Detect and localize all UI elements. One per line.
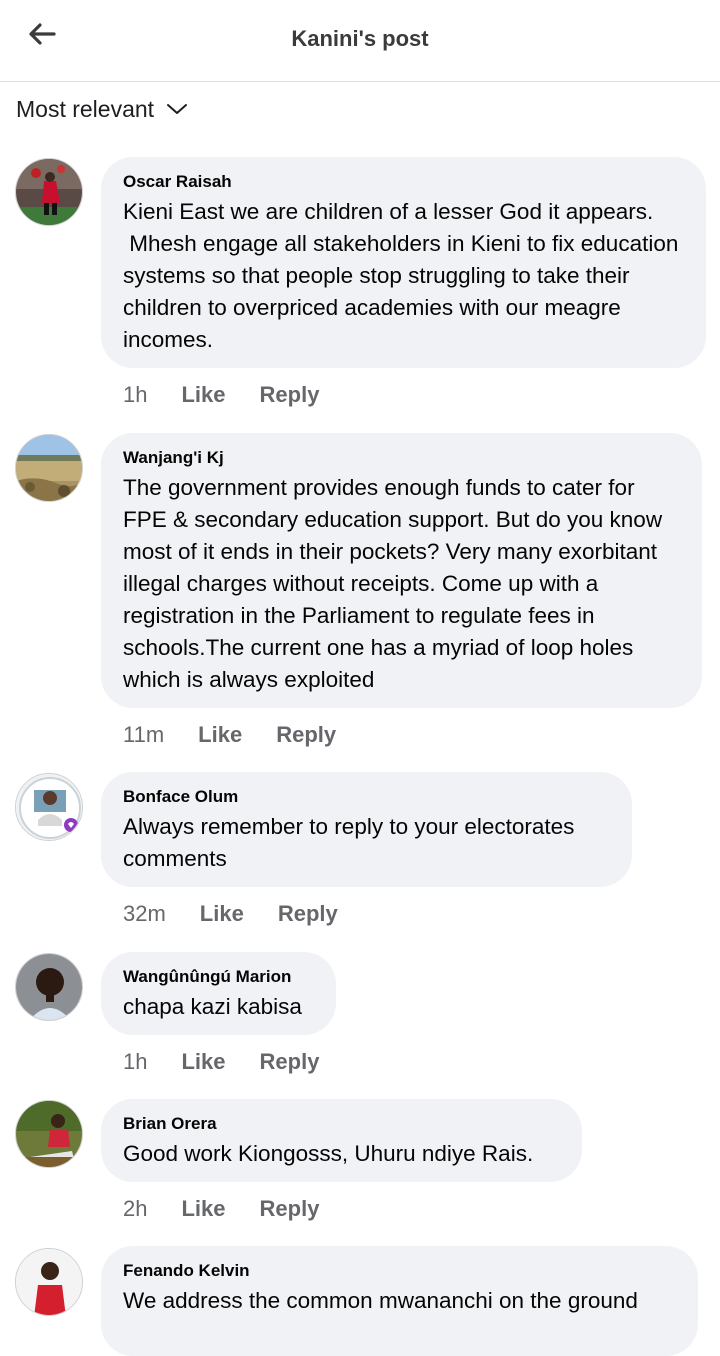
comment-bubble: Oscar Raisah Kieni East we are children …: [101, 157, 706, 368]
sort-label: Most relevant: [16, 95, 155, 122]
comment-text: Always remember to reply to your elector…: [123, 814, 581, 871]
avatar[interactable]: [15, 434, 83, 502]
chevron-down-icon: [166, 102, 188, 116]
comment-actions: 32m Like Reply: [123, 901, 338, 927]
avatar[interactable]: [15, 773, 83, 841]
page-title: Kanini's post: [291, 26, 429, 51]
avatar[interactable]: [15, 1100, 83, 1168]
comment-time[interactable]: 2h: [123, 1196, 147, 1222]
comment-bubble: Bonface Olum Always remember to reply to…: [101, 772, 632, 887]
avatar[interactable]: [15, 158, 83, 226]
comment-author[interactable]: Wangûnûngú Marion: [123, 967, 314, 987]
reply-button[interactable]: Reply: [276, 722, 336, 748]
comment-actions: 11m Like Reply: [123, 722, 336, 748]
reply-button[interactable]: Reply: [260, 382, 320, 408]
like-button[interactable]: Like: [181, 382, 225, 408]
comment-text: The government provides enough funds to …: [123, 475, 669, 692]
comment-time[interactable]: 32m: [123, 901, 166, 927]
comment-text: Good work Kiongosss, Uhuru ndiye Rais.: [123, 1141, 534, 1166]
comment-bubble: Wanjang'i Kj The government provides eno…: [101, 433, 702, 708]
avatar[interactable]: [15, 953, 83, 1021]
comment-actions: 1h Like Reply: [123, 382, 319, 408]
like-button[interactable]: Like: [181, 1049, 225, 1075]
comment-author[interactable]: Wanjang'i Kj: [123, 448, 680, 468]
comment-actions: 1h Like Reply: [123, 1049, 319, 1075]
comment-time[interactable]: 1h: [123, 382, 147, 408]
comment-author[interactable]: Oscar Raisah: [123, 172, 684, 192]
comment-bubble: Fenando Kelvin We address the common mwa…: [101, 1246, 698, 1356]
comment-text: Kieni East we are children of a lesser G…: [123, 199, 679, 352]
comment-text: chapa kazi kabisa: [123, 994, 302, 1019]
like-button[interactable]: Like: [181, 1196, 225, 1222]
comment-author[interactable]: Fenando Kelvin: [123, 1261, 676, 1281]
comment-author[interactable]: Brian Orera: [123, 1114, 560, 1134]
comment-time[interactable]: 11m: [123, 722, 164, 748]
reply-button[interactable]: Reply: [260, 1049, 320, 1075]
comment-time[interactable]: 1h: [123, 1049, 147, 1075]
reply-button[interactable]: Reply: [278, 901, 338, 927]
comment-bubble: Wangûnûngú Marion chapa kazi kabisa: [101, 952, 336, 1035]
avatar[interactable]: [15, 1248, 83, 1316]
sort-dropdown[interactable]: Most relevant: [16, 92, 188, 126]
comment-actions: 2h Like Reply: [123, 1196, 319, 1222]
reply-button[interactable]: Reply: [260, 1196, 320, 1222]
like-button[interactable]: Like: [200, 901, 244, 927]
top-bar: Kanini's post: [0, 0, 720, 82]
like-button[interactable]: Like: [198, 722, 242, 748]
comment-bubble: Brian Orera Good work Kiongosss, Uhuru n…: [101, 1099, 582, 1182]
comment-text: We address the common mwananchi on the g…: [123, 1288, 638, 1313]
comment-author[interactable]: Bonface Olum: [123, 787, 610, 807]
